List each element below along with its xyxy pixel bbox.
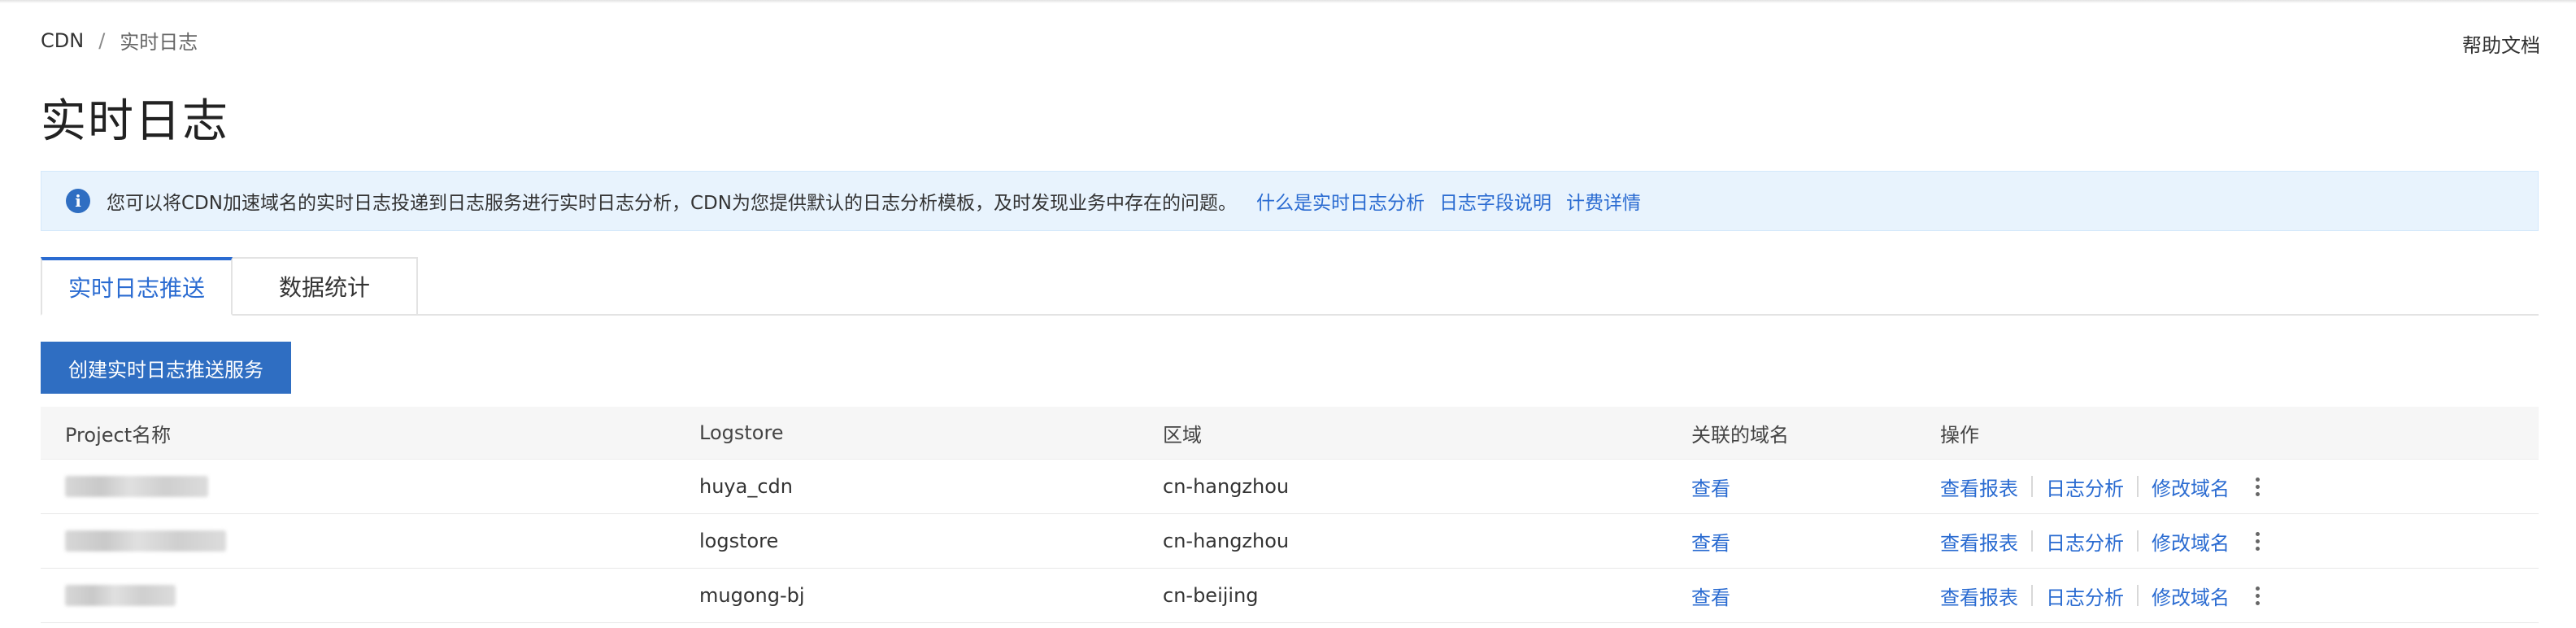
project-name-redacted [65, 476, 208, 497]
notice-link-billing[interactable]: 计费详情 [1566, 187, 1641, 215]
more-actions-icon[interactable] [2252, 475, 2262, 498]
logstore-cell: huya_cdn [699, 475, 793, 498]
view-report-link[interactable]: 查看报表 [1940, 582, 2018, 610]
table-header: Project名称 Logstore 区域 关联的域名 操作 [41, 407, 2539, 460]
header-logstore: Logstore [699, 421, 784, 444]
view-domains-link[interactable]: 查看 [1691, 527, 1730, 556]
modify-domain-link[interactable]: 修改域名 [2152, 527, 2230, 556]
region-cell: cn-hangzhou [1163, 530, 1290, 552]
action-divider [2137, 530, 2139, 552]
page-title: 实时日志 [41, 95, 229, 148]
create-push-service-button[interactable]: 创建实时日志推送服务 [41, 342, 291, 394]
header-region: 区域 [1163, 423, 1202, 447]
view-report-link[interactable]: 查看报表 [1940, 473, 2018, 501]
notice-link-fields[interactable]: 日志字段说明 [1439, 187, 1551, 215]
header-project: Project名称 [65, 423, 172, 447]
logstore-cell: logstore [699, 530, 779, 552]
modify-domain-link[interactable]: 修改域名 [2152, 473, 2230, 501]
action-divider [2031, 476, 2033, 497]
log-analysis-link[interactable]: 日志分析 [2046, 527, 2124, 556]
top-shadow [0, 0, 2576, 3]
table-row: mugong-bj cn-beijing 查看 查看报表 日志分析 修改域名 [41, 569, 2539, 623]
log-analysis-link[interactable]: 日志分析 [2046, 582, 2124, 610]
action-divider [2137, 476, 2139, 497]
view-report-link[interactable]: 查看报表 [1940, 527, 2018, 556]
row-actions: 查看报表 日志分析 修改域名 [1940, 473, 2262, 501]
view-domains-link[interactable]: 查看 [1691, 473, 1730, 501]
more-actions-icon[interactable] [2252, 530, 2262, 552]
more-actions-icon[interactable] [2252, 584, 2262, 607]
region-cell: cn-beijing [1163, 584, 1259, 607]
breadcrumb-root[interactable]: CDN [41, 29, 84, 52]
logstore-cell: mugong-bj [699, 584, 805, 607]
row-actions: 查看报表 日志分析 修改域名 [1940, 527, 2262, 556]
push-service-table: Project名称 Logstore 区域 关联的域名 操作 huya_cdn … [41, 407, 2539, 623]
view-domains-link[interactable]: 查看 [1691, 582, 1730, 610]
header-actions: 操作 [1940, 423, 1979, 447]
notice-link-what-is[interactable]: 什么是实时日志分析 [1256, 187, 1425, 215]
info-icon: i [66, 189, 90, 213]
info-notice: i 您可以将CDN加速域名的实时日志投递到日志服务进行实时日志分析，CDN为您提… [41, 171, 2539, 231]
project-name-redacted [65, 530, 226, 552]
modify-domain-link[interactable]: 修改域名 [2152, 582, 2230, 610]
action-divider [2137, 585, 2139, 606]
action-divider [2031, 585, 2033, 606]
tab-bar: 数据统计 实时日志推送 [41, 257, 2539, 316]
tab-statistics[interactable]: 数据统计 [231, 257, 418, 316]
tab-realtime-push[interactable]: 实时日志推送 [41, 257, 233, 316]
breadcrumb: CDN / 实时日志 [41, 26, 198, 55]
breadcrumb-separator: / [98, 28, 106, 52]
row-actions: 查看报表 日志分析 修改域名 [1940, 582, 2262, 610]
log-analysis-link[interactable]: 日志分析 [2046, 473, 2124, 501]
header-domain: 关联的域名 [1691, 423, 1789, 447]
action-divider [2031, 530, 2033, 552]
region-cell: cn-hangzhou [1163, 475, 1290, 498]
breadcrumb-current: 实时日志 [120, 31, 198, 54]
table-row: logstore cn-hangzhou 查看 查看报表 日志分析 修改域名 [41, 514, 2539, 569]
help-docs-link[interactable]: 帮助文档 [2462, 29, 2540, 58]
project-name-redacted [65, 585, 176, 606]
table-row: huya_cdn cn-hangzhou 查看 查看报表 日志分析 修改域名 [41, 460, 2539, 514]
notice-text: 您可以将CDN加速域名的实时日志投递到日志服务进行实时日志分析，CDN为您提供默… [107, 193, 1237, 214]
